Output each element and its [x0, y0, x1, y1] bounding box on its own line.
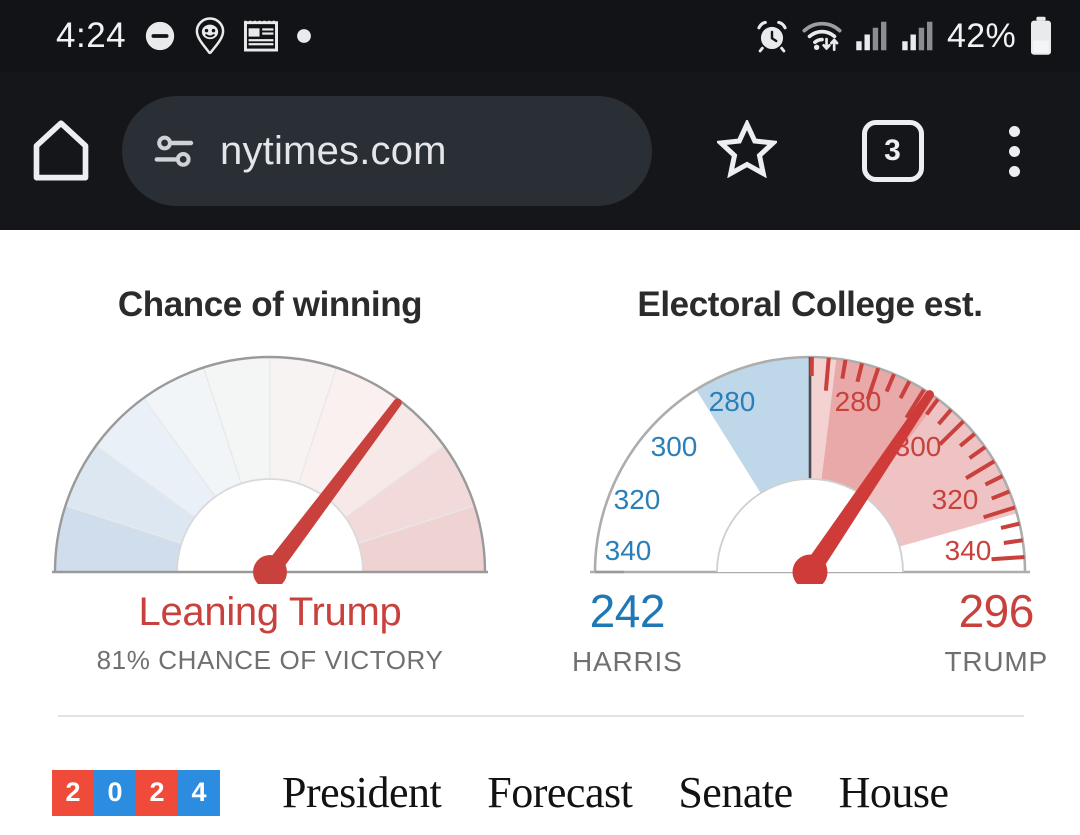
kebab-dot-1: [1008, 125, 1020, 137]
electoral-college-gauge: 280 300 320 340 280 300 320 340: [590, 355, 1030, 584]
battery-icon: [1031, 16, 1051, 55]
news-widget-icon: [244, 20, 279, 52]
dnd-icon: [145, 21, 175, 51]
status-bar-left: 4:24: [56, 16, 312, 56]
chance-of-winning-card: Chance of winning Leaning Trump 81% CHAN…: [0, 230, 540, 680]
ec-caption: 242 HARRIS 296 TRUMP: [572, 588, 1047, 680]
home-button[interactable]: [0, 118, 122, 184]
bottom-navigation: 2 0 2 4 President Forecast Senate House: [0, 750, 1080, 835]
dot-icon: [297, 29, 312, 43]
harris-name-label: HARRIS: [572, 646, 683, 677]
signal-icon-1: [856, 21, 887, 51]
logo-digit-2: 2: [136, 769, 178, 816]
lean-result-label: Leaning Trump: [138, 590, 402, 634]
url-text[interactable]: nytimes.com: [220, 129, 447, 174]
ec-harris-label-320: 320: [614, 484, 661, 515]
wifi-icon: [802, 21, 842, 51]
kebab-dot-2: [1008, 145, 1020, 157]
logo-digit-3: 4: [178, 769, 220, 816]
menu-button[interactable]: [1008, 125, 1020, 177]
ec-trump-label-320: 320: [932, 484, 979, 515]
nav-link-forecast[interactable]: Forecast: [487, 767, 633, 818]
signal-icon-2: [902, 21, 933, 51]
ec-harris-label-340: 340: [605, 535, 652, 566]
ec-harris-label-280: 280: [709, 386, 756, 417]
page-content: Chance of winning Leaning Trump 81% CHAN…: [0, 230, 1080, 835]
nav-link-house[interactable]: House: [839, 767, 949, 818]
battery-percent-label: 42%: [947, 16, 1016, 55]
ec-trump-label-340: 340: [945, 535, 992, 566]
tab-count-label: 3: [884, 134, 901, 167]
electoral-college-title: Electoral College est.: [637, 285, 983, 324]
ec-ticks-harris-gray: [595, 570, 624, 574]
trump-name-label: TRUMP: [944, 646, 1048, 677]
harris-result: 242 HARRIS: [572, 588, 683, 678]
alarm-icon: [757, 20, 787, 53]
star-icon: [714, 117, 779, 178]
chance-gauge-caption: Leaning Trump 81% CHANCE OF VICTORY: [0, 590, 540, 676]
status-bar-clock: 4:24: [56, 16, 127, 55]
status-bar-right: 42%: [755, 16, 1054, 56]
tune-icon[interactable]: [150, 127, 198, 175]
harris-electoral-votes: 242: [589, 585, 666, 637]
kebab-dot-3: [1008, 165, 1020, 177]
toolbar-actions: 3: [652, 117, 1080, 183]
ec-trump-label-280: 280: [835, 386, 882, 417]
logo-digit-1: 0: [94, 769, 136, 816]
chance-of-victory-label: 81% CHANCE OF VICTORY: [96, 645, 444, 675]
ec-gauge-wrap: 280 300 320 340 280 300 320 340: [540, 339, 1080, 584]
incognito-face-icon: [195, 17, 225, 55]
tab-counter-button[interactable]: 3: [861, 120, 924, 182]
section-divider: [58, 715, 1024, 717]
nav-link-president[interactable]: President: [282, 767, 442, 818]
ec-harris-label-300: 300: [651, 431, 698, 462]
trump-electoral-votes: 296: [958, 585, 1035, 637]
chance-gauge-wrap: [0, 339, 540, 584]
logo-digit-0: 2: [52, 769, 94, 816]
android-status-bar: 4:24 42%: [0, 0, 1080, 72]
trump-result: 296 TRUMP: [944, 588, 1048, 678]
browser-toolbar: nytimes.com 3: [0, 72, 1080, 230]
chance-of-winning-gauge: [52, 355, 488, 584]
electoral-college-card: Electoral College est. 280 300 320 340 2…: [540, 230, 1080, 680]
chance-of-winning-title: Chance of winning: [117, 285, 423, 324]
nav-link-senate[interactable]: Senate: [678, 767, 793, 818]
address-bar[interactable]: nytimes.com: [122, 96, 652, 206]
gauges-row: Chance of winning Leaning Trump 81% CHAN…: [0, 230, 1080, 680]
bookmark-button[interactable]: [714, 117, 779, 183]
home-icon: [33, 120, 89, 181]
nav-links: President Forecast Senate House: [282, 767, 949, 818]
logo-2024[interactable]: 2 0 2 4: [52, 769, 220, 816]
